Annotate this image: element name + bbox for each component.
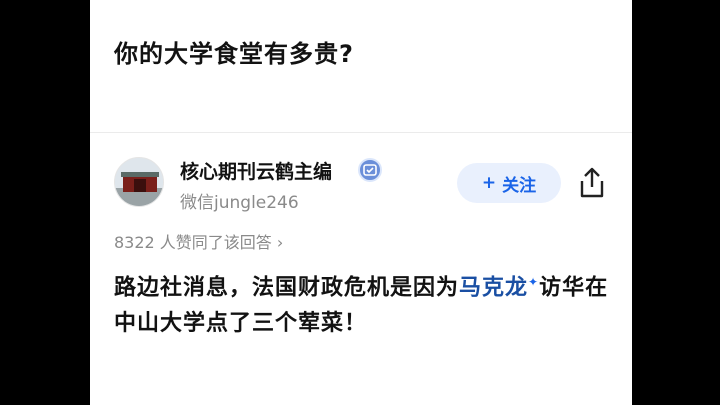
avatar-image bbox=[115, 158, 163, 206]
verified-badge-icon bbox=[358, 158, 382, 182]
plus-icon: + bbox=[481, 173, 497, 193]
author-avatar[interactable] bbox=[114, 157, 164, 207]
upvote-count[interactable]: 8322 人赞同了该回答 › bbox=[114, 229, 283, 253]
phone-screen: 你的大学食堂有多贵? 核心期刊云鹤主编 微信jungle246 + 关注 832… bbox=[90, 0, 632, 405]
follow-label: 关注 bbox=[502, 175, 537, 196]
sparkle-icon: ✦ bbox=[528, 275, 540, 289]
question-title[interactable]: 你的大学食堂有多贵? bbox=[114, 34, 354, 69]
follow-button[interactable]: + 关注 bbox=[457, 163, 561, 203]
answer-body[interactable]: 路边社消息，法国财政危机是因为马克龙✦访华在中山大学点了三个荤菜！ bbox=[114, 264, 609, 342]
author-name[interactable]: 核心期刊云鹤主编 bbox=[180, 157, 332, 184]
share-icon[interactable] bbox=[576, 166, 608, 200]
verified-glyph bbox=[363, 164, 377, 176]
chevron-right-icon: › bbox=[276, 233, 284, 252]
divider bbox=[90, 132, 632, 133]
upvote-text: 8322 人赞同了该回答 bbox=[114, 233, 272, 252]
author-handle: 微信jungle246 bbox=[180, 193, 299, 213]
search-link[interactable]: 马克龙 bbox=[459, 275, 528, 300]
share-glyph bbox=[580, 167, 604, 198]
answer-text-1: 路边社消息，法国财政危机是因为 bbox=[114, 275, 460, 301]
